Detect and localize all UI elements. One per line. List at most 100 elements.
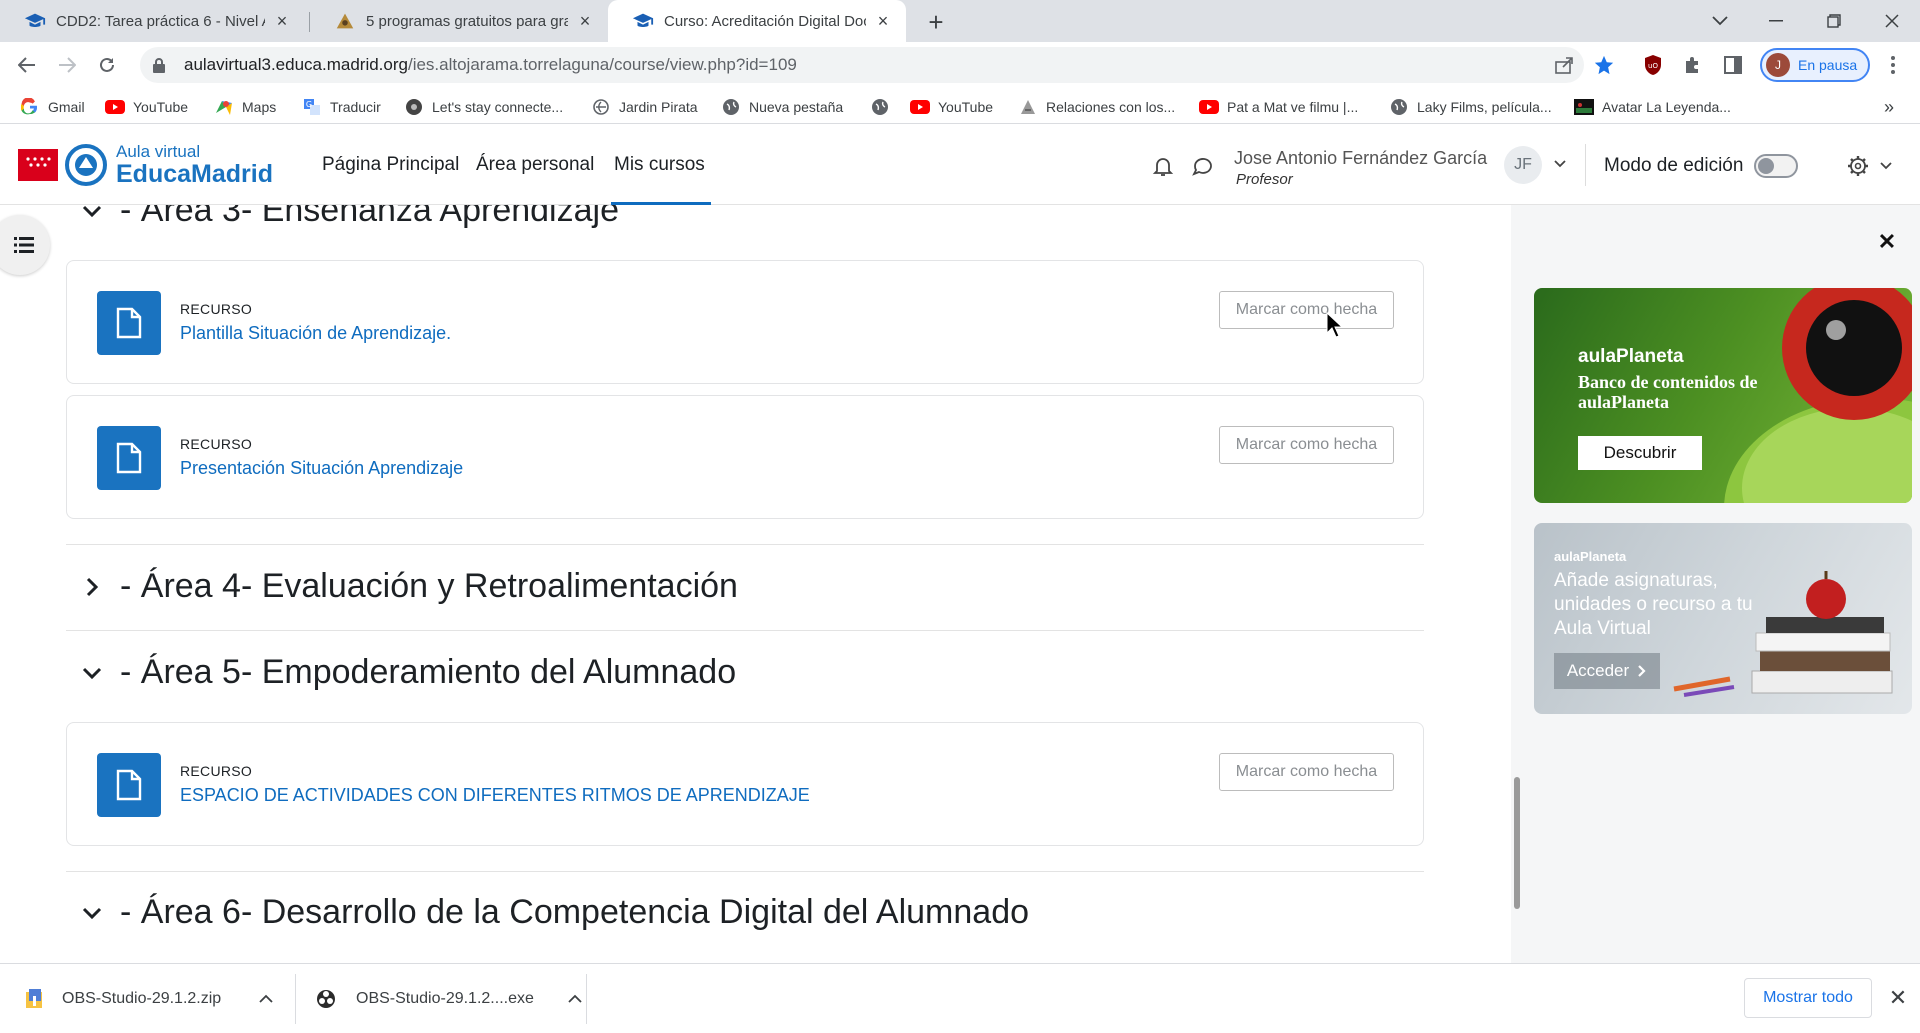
side-panel-icon[interactable] bbox=[1720, 52, 1746, 78]
lock-icon[interactable] bbox=[152, 57, 166, 73]
bookmark-youtube-2[interactable]: YouTube bbox=[910, 96, 993, 118]
section-area-6-header[interactable]: - Área 6- Desarrollo de la Competencia D… bbox=[80, 893, 1029, 932]
bookmark-relaciones[interactable]: Relaciones con los... bbox=[1018, 96, 1175, 118]
bookmark-youtube[interactable]: YouTube bbox=[105, 96, 188, 118]
browser-tab-1[interactable]: CDD2: Tarea práctica 6 - Nivel A2 × bbox=[0, 0, 305, 42]
bookmark-lets-stay-connected[interactable]: Let's stay connecte... bbox=[404, 96, 563, 118]
chevron-up-icon[interactable] bbox=[568, 994, 582, 1003]
page-scrollbar[interactable] bbox=[1514, 777, 1520, 909]
profile-avatar: J bbox=[1766, 53, 1790, 77]
moodle-hat-icon bbox=[24, 13, 46, 27]
section-title: - Área 3- Enseñanza Aprendizaje bbox=[120, 205, 619, 229]
profile-button[interactable]: J En pausa bbox=[1760, 48, 1870, 82]
user-menu-chevron-icon[interactable] bbox=[1554, 160, 1566, 168]
bookmark-star-icon[interactable] bbox=[1591, 52, 1617, 78]
download-item-exe[interactable]: OBS-Studio-29.1.2....exe bbox=[316, 964, 582, 1033]
site-icon bbox=[1018, 98, 1038, 116]
extensions-puzzle-icon[interactable] bbox=[1680, 52, 1706, 78]
tab-close-icon[interactable]: × bbox=[574, 10, 596, 32]
educamadrid-logo[interactable]: Aula virtual EducaMadrid bbox=[18, 142, 273, 188]
chrome-menu-dots-icon[interactable] bbox=[1880, 52, 1906, 78]
bookmark-label: Nueva pestaña bbox=[749, 99, 844, 115]
comunidad-madrid-flag-icon bbox=[18, 149, 58, 181]
aulaplaneta-banner-asignaturas[interactable]: aulaPlaneta Añade asignaturas, unidades … bbox=[1534, 523, 1912, 714]
nav-pagina-principal[interactable]: Página Principal bbox=[322, 154, 459, 176]
tab-close-icon[interactable]: × bbox=[872, 10, 894, 32]
chevron-right-icon bbox=[86, 577, 99, 596]
nav-area-personal[interactable]: Área personal bbox=[476, 154, 594, 176]
bookmark-label: Laky Films, película... bbox=[1417, 99, 1552, 115]
bookmark-label: Relaciones con los... bbox=[1046, 99, 1176, 115]
download-item-zip[interactable]: OBS-Studio-29.1.2.zip bbox=[24, 964, 273, 1033]
mark-as-done-button[interactable]: Marcar como hecha bbox=[1219, 753, 1394, 791]
chevron-down-icon bbox=[82, 907, 102, 919]
file-icon bbox=[97, 753, 161, 817]
youtube-icon bbox=[105, 98, 125, 116]
resource-link[interactable]: Plantilla Situación de Aprendizaje. bbox=[180, 323, 451, 344]
section-divider bbox=[66, 871, 1424, 872]
reload-icon[interactable] bbox=[92, 50, 122, 80]
header-divider bbox=[1585, 144, 1586, 186]
google-icon bbox=[20, 98, 40, 116]
url-host: aulavirtual3.educa.madrid.org bbox=[184, 55, 408, 74]
browser-tab-2[interactable]: 5 programas gratuitos para grab × bbox=[310, 0, 608, 42]
file-icon bbox=[97, 291, 161, 355]
tab-title: Curso: Acreditación Digital Docen bbox=[664, 12, 866, 30]
section-area-3-header[interactable]: - Área 3- Enseñanza Aprendizaje bbox=[80, 205, 619, 230]
browser-toolbar: aulavirtual3.educa.madrid.org/ies.altoja… bbox=[0, 42, 1920, 88]
window-close-icon[interactable] bbox=[1864, 0, 1920, 42]
settings-gear-icon[interactable] bbox=[1846, 154, 1870, 178]
resource-card: RECURSO ESPACIO DE ACTIVIDADES CON DIFER… bbox=[66, 722, 1424, 846]
user-avatar[interactable]: JF bbox=[1504, 146, 1542, 184]
user-name[interactable]: Jose Antonio Fernández García bbox=[1234, 148, 1487, 169]
edit-mode-toggle[interactable] bbox=[1754, 154, 1798, 178]
bookmark-pat-a-mat[interactable]: Pat a Mat ve filmu |... bbox=[1199, 96, 1358, 118]
course-index-toggle[interactable] bbox=[0, 215, 50, 275]
nav-mis-cursos[interactable]: Mis cursos bbox=[614, 154, 705, 176]
bookmark-label: Jardin Pirata bbox=[619, 99, 698, 115]
globe-icon bbox=[1389, 98, 1409, 116]
site-favicon bbox=[336, 13, 354, 29]
address-bar[interactable]: aulavirtual3.educa.madrid.org/ies.altoja… bbox=[140, 47, 1584, 83]
bookmark-jardin-pirata[interactable]: Jardin Pirata bbox=[591, 96, 698, 118]
resource-link[interactable]: ESPACIO DE ACTIVIDADES CON DIFERENTES RI… bbox=[180, 785, 810, 806]
mark-as-done-button[interactable]: Marcar como hecha bbox=[1219, 291, 1394, 329]
bookmark-maps[interactable]: Maps bbox=[214, 96, 276, 118]
forward-arrow-icon[interactable] bbox=[52, 50, 82, 80]
back-arrow-icon[interactable] bbox=[12, 50, 42, 80]
browser-tab-3-active[interactable]: Curso: Acreditación Digital Docen × bbox=[608, 0, 906, 42]
resource-link[interactable]: Presentación Situación Aprendizaje bbox=[180, 458, 463, 479]
messages-chat-icon[interactable] bbox=[1191, 154, 1215, 178]
logo-bottom-text: EducaMadrid bbox=[116, 160, 273, 188]
ublock-shield-icon[interactable]: uO bbox=[1640, 52, 1666, 78]
bookmark-gmail[interactable]: Gmail bbox=[20, 96, 85, 118]
minimize-icon[interactable] bbox=[1748, 0, 1804, 42]
section-area-5-header[interactable]: - Área 5- Empoderamiento del Alumnado bbox=[80, 653, 736, 692]
settings-chevron-icon[interactable] bbox=[1880, 162, 1892, 170]
bookmark-translate[interactable]: G Traducir bbox=[302, 96, 381, 118]
bookmark-laky-films[interactable]: Laky Films, película... bbox=[1389, 96, 1552, 118]
share-icon[interactable] bbox=[1551, 52, 1577, 78]
bookmark-avatar[interactable]: Avatar La Leyenda... bbox=[1574, 96, 1731, 118]
new-tab-plus-icon[interactable]: + bbox=[922, 7, 950, 37]
svg-text:uO: uO bbox=[1648, 62, 1658, 70]
acceder-button[interactable]: Acceder bbox=[1554, 653, 1660, 689]
close-drawer-icon[interactable]: ✕ bbox=[1873, 228, 1901, 256]
bookmark-nueva-pestana[interactable]: Nueva pestaña bbox=[721, 96, 843, 118]
tab-close-icon[interactable]: × bbox=[271, 10, 293, 32]
chevron-up-icon[interactable] bbox=[259, 994, 273, 1003]
mark-as-done-button[interactable]: Marcar como hecha bbox=[1219, 426, 1394, 464]
close-downloads-icon[interactable]: ✕ bbox=[1884, 984, 1912, 1012]
site-header: Aula virtual EducaMadrid Página Principa… bbox=[0, 124, 1920, 205]
tab-search-chevron-icon[interactable] bbox=[1692, 0, 1748, 42]
descubrir-button[interactable]: Descubrir bbox=[1578, 436, 1702, 470]
profile-status: En pausa bbox=[1798, 57, 1858, 73]
section-area-4-header[interactable]: - Área 4- Evaluación y Retroalimentación bbox=[80, 567, 738, 606]
notifications-bell-icon[interactable] bbox=[1151, 154, 1175, 178]
restore-icon[interactable] bbox=[1806, 0, 1862, 42]
show-all-downloads-button[interactable]: Mostrar todo bbox=[1744, 978, 1872, 1018]
edit-mode-label: Modo de edición bbox=[1604, 155, 1744, 176]
bookmark-globe[interactable] bbox=[870, 96, 898, 118]
bookmarks-overflow-chevron[interactable]: » bbox=[1884, 96, 1894, 118]
aulaplaneta-banner-contenidos[interactable]: aulaPlaneta Banco de contenidos de aulaP… bbox=[1534, 288, 1912, 503]
